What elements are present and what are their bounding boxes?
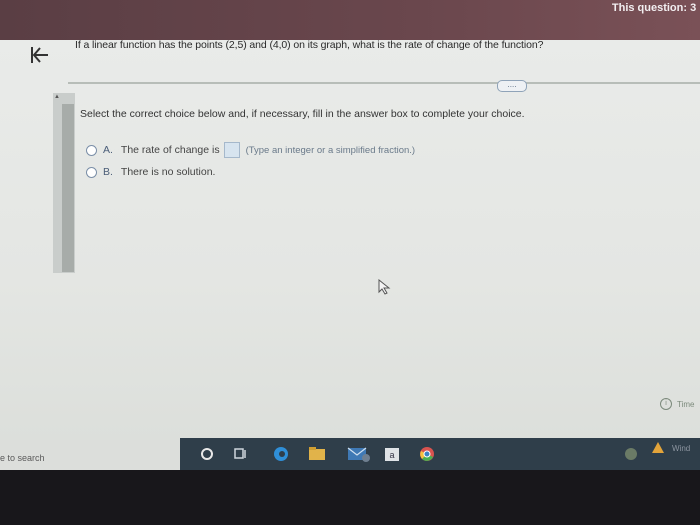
scrollbar-thumb[interactable]: [62, 104, 74, 272]
divider: [68, 82, 700, 84]
choice-b-text: There is no solution.: [120, 166, 216, 178]
answer-hint: (Type an integer or a simplified fractio…: [245, 144, 416, 156]
edge-icon[interactable]: [272, 446, 290, 462]
choice-a-text: The rate of change is: [120, 144, 220, 156]
choice-a-letter: A.: [103, 144, 113, 156]
question-prompt: If a linear function has the points (2,5…: [75, 39, 544, 51]
choice-b[interactable]: B. There is no solution.: [86, 166, 215, 178]
taskbar-search[interactable]: e to search: [0, 440, 180, 470]
mail-icon[interactable]: [347, 446, 371, 462]
answer-input[interactable]: [223, 142, 240, 158]
choice-b-letter: B.: [103, 166, 113, 178]
top-bar: This question: 3 p: [0, 0, 700, 40]
instruction-text: Select the correct choice below and, if …: [80, 108, 525, 120]
windows-activation-text: Wind: [672, 444, 691, 453]
time-widget[interactable]: i Time: [660, 398, 694, 410]
back-arrow-icon[interactable]: [28, 44, 50, 66]
svg-text:a: a: [389, 450, 394, 460]
question-number: This question: 3 p: [611, 2, 700, 14]
question-screen: [0, 40, 700, 440]
store-icon[interactable]: a: [383, 446, 401, 462]
mouse-cursor-icon: [378, 279, 391, 295]
file-explorer-icon[interactable]: [308, 446, 326, 462]
radio-a[interactable]: [86, 144, 97, 156]
cortana-icon[interactable]: [198, 446, 216, 462]
monitor-bezel: [0, 470, 700, 525]
network-icon[interactable]: [622, 446, 640, 462]
scroll-up-icon[interactable]: ▲: [54, 94, 60, 100]
more-button[interactable]: ....: [497, 80, 527, 92]
choice-a[interactable]: A. The rate of change is (Type an intege…: [86, 142, 415, 158]
time-label: Time: [677, 399, 695, 409]
warning-icon[interactable]: [652, 442, 664, 453]
task-view-icon[interactable]: [232, 446, 250, 462]
radio-b[interactable]: [86, 166, 97, 178]
chrome-icon[interactable]: [418, 446, 436, 462]
search-text: e to search: [0, 453, 45, 463]
clock-icon: i: [660, 398, 672, 410]
